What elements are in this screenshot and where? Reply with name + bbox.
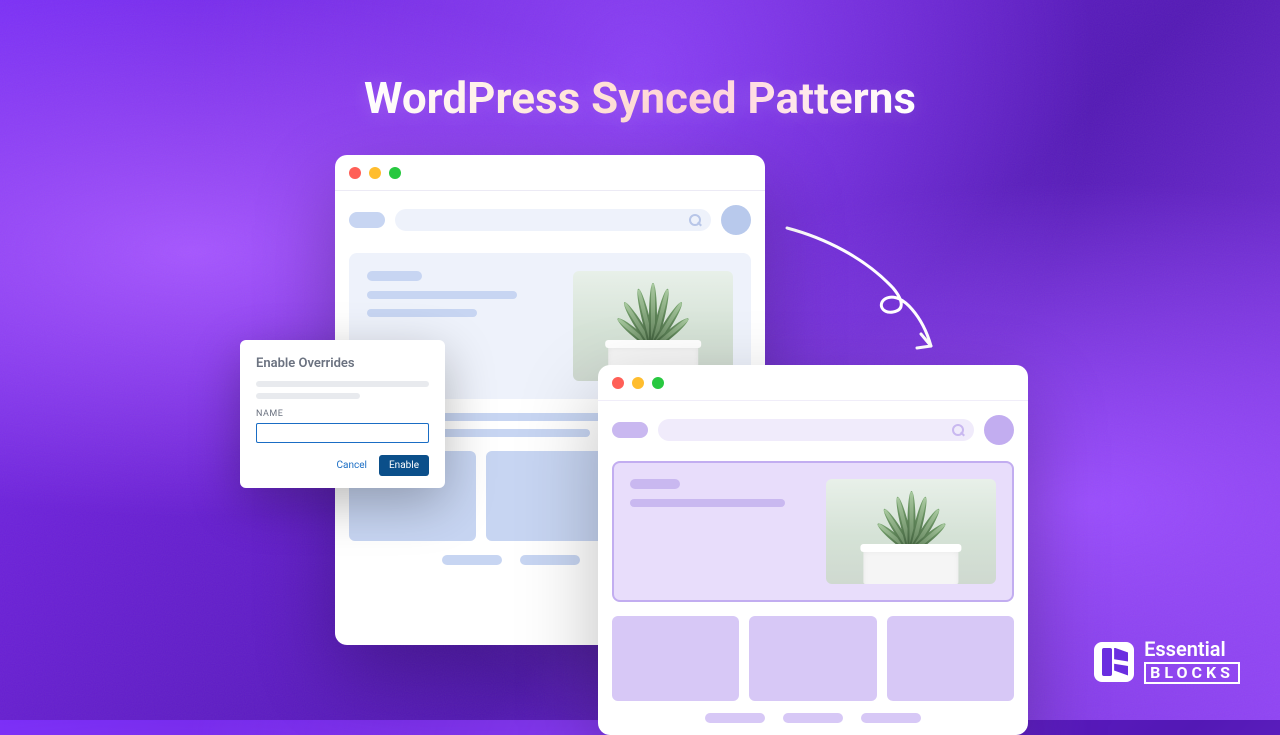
text-line (256, 381, 429, 387)
field-label: NAME (256, 409, 429, 419)
minimize-icon[interactable] (369, 167, 381, 179)
avatar[interactable] (721, 205, 751, 235)
text-line (630, 499, 785, 507)
brand-logo: Essential BLOCKS (1094, 639, 1240, 684)
text-line (367, 291, 517, 299)
content-card (612, 461, 1014, 602)
maximize-icon[interactable] (389, 167, 401, 179)
brand-pill (612, 422, 648, 438)
browser-window-front (598, 365, 1028, 735)
footer (612, 713, 1014, 723)
cancel-button[interactable]: Cancel (331, 456, 373, 475)
footer-link (783, 713, 843, 723)
search-icon (952, 424, 964, 436)
enable-button[interactable]: Enable (379, 455, 429, 476)
card-image (826, 479, 996, 584)
window-titlebar (598, 365, 1028, 401)
window-titlebar (335, 155, 765, 191)
grid (612, 616, 1014, 701)
close-icon[interactable] (349, 167, 361, 179)
close-icon[interactable] (612, 377, 624, 389)
arrow-icon (775, 210, 960, 365)
grid-cell (749, 616, 876, 701)
text-line (367, 309, 477, 317)
name-input[interactable] (256, 423, 429, 443)
logo-icon (1094, 642, 1134, 682)
search-bar[interactable] (395, 209, 711, 231)
grid-cell (486, 451, 613, 541)
text-line (630, 479, 680, 489)
brand-name: Essential (1144, 639, 1240, 659)
footer-link (520, 555, 580, 565)
maximize-icon[interactable] (652, 377, 664, 389)
minimize-icon[interactable] (632, 377, 644, 389)
footer-link (442, 555, 502, 565)
search-bar[interactable] (658, 419, 974, 441)
grid-cell (612, 616, 739, 701)
brand-pill (349, 212, 385, 228)
dialog-title: Enable Overrides (256, 356, 429, 371)
footer-link (705, 713, 765, 723)
avatar[interactable] (984, 415, 1014, 445)
footer-link (861, 713, 921, 723)
page-title: WordPress Synced Patterns (364, 72, 916, 124)
grid-cell (887, 616, 1014, 701)
enable-overrides-dialog: Enable Overrides NAME Cancel Enable (240, 340, 445, 488)
text-line (256, 393, 360, 399)
brand-sub: BLOCKS (1144, 662, 1240, 684)
text-line (367, 271, 422, 281)
search-icon (689, 214, 701, 226)
